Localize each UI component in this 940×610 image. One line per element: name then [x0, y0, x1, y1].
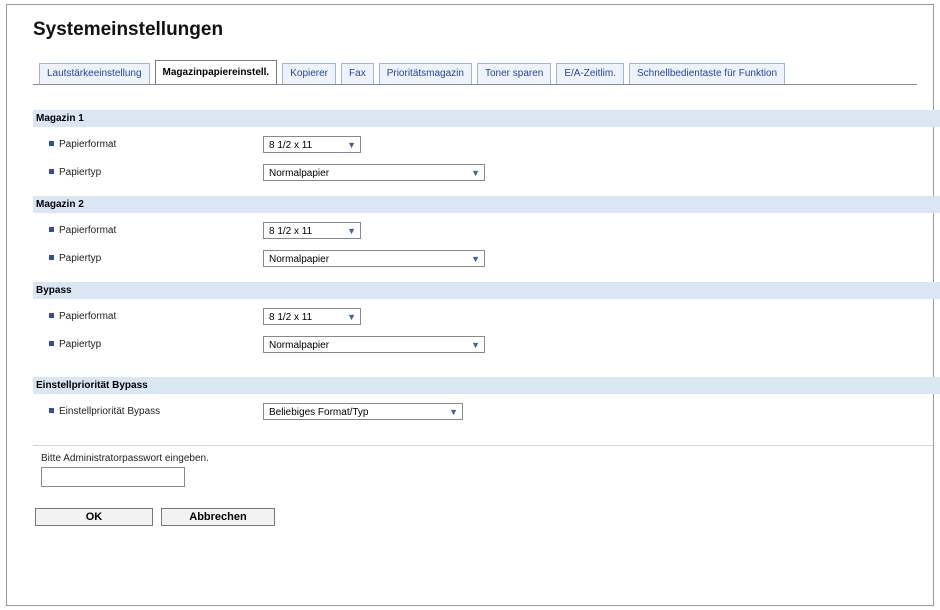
select-value: 8 1/2 x 11 — [269, 140, 313, 151]
select-value: Normalpapier — [269, 254, 330, 265]
row-einstellprioritaet: Einstellpriorität Bypass — [49, 406, 160, 417]
row-papiertyp-magazin-2: Papiertyp — [49, 253, 101, 264]
square-bullet-icon — [49, 140, 54, 146]
select-papiertyp-magazin-1[interactable]: Normalpapier ▼ — [263, 164, 485, 181]
square-bullet-icon — [49, 254, 54, 260]
section-header-magazin-1: Magazin 1 — [33, 110, 940, 127]
tab-divider — [33, 84, 917, 85]
label-papiertyp: Papiertyp — [59, 253, 102, 264]
row-papiertyp-bypass: Papiertyp — [49, 339, 101, 350]
tab-prioritaetsmagazin[interactable]: Prioritätsmagazin — [378, 63, 472, 84]
chevron-down-icon: ▼ — [471, 340, 480, 350]
row-papiertyp-magazin-1: Papiertyp — [49, 167, 101, 178]
password-hint: Bitte Administratorpasswort eingeben. — [41, 453, 209, 464]
tab-toner-sparen[interactable]: Toner sparen — [476, 63, 552, 84]
chevron-down-icon: ▼ — [471, 168, 480, 178]
tab-ea-zeitlimit[interactable]: E/A-Zeitlim. — [556, 63, 625, 84]
section-header-magazin-2: Magazin 2 — [33, 196, 940, 213]
page-title: Systemeinstellungen — [33, 19, 224, 40]
label-papierformat: Papierformat — [59, 139, 117, 150]
admin-password-input[interactable] — [41, 467, 185, 487]
section-header-bypass: Bypass — [33, 282, 940, 299]
row-papierformat-magazin-1: Papierformat — [49, 139, 116, 150]
label-papiertyp: Papiertyp — [59, 339, 102, 350]
square-bullet-icon — [49, 407, 54, 413]
square-bullet-icon — [49, 226, 54, 232]
row-papierformat-bypass: Papierformat — [49, 311, 116, 322]
form-divider — [33, 445, 933, 446]
square-bullet-icon — [49, 168, 54, 174]
select-papierformat-magazin-2[interactable]: 8 1/2 x 11 ▼ — [263, 222, 361, 239]
square-bullet-icon — [49, 312, 54, 318]
label-papiertyp: Papiertyp — [59, 167, 102, 178]
select-papierformat-magazin-1[interactable]: 8 1/2 x 11 ▼ — [263, 136, 361, 153]
select-value: Normalpapier — [269, 168, 330, 179]
chevron-down-icon: ▼ — [347, 312, 356, 322]
square-bullet-icon — [49, 340, 54, 346]
tab-schnellbedientaste[interactable]: Schnellbedientaste für Funktion — [629, 63, 786, 84]
tab-fax[interactable]: Fax — [341, 63, 374, 84]
tab-magazinpapiereinstellung[interactable]: Magazinpapiereinstell. — [154, 60, 278, 85]
tab-kopierer[interactable]: Kopierer — [282, 63, 337, 84]
main-window: Systemeinstellungen Lautstärkeeinstellun… — [6, 4, 940, 606]
select-papierformat-bypass[interactable]: 8 1/2 x 11 ▼ — [263, 308, 361, 325]
chevron-down-icon: ▼ — [347, 226, 356, 236]
label-einstellprioritaet: Einstellpriorität Bypass — [59, 406, 161, 417]
chevron-down-icon: ▼ — [449, 407, 458, 417]
tab-bar: Lautstärkeeinstellung Magazinpapiereinst… — [39, 60, 790, 85]
chevron-down-icon: ▼ — [471, 254, 480, 264]
row-papierformat-magazin-2: Papierformat — [49, 225, 116, 236]
select-einstellprioritaet[interactable]: Beliebiges Format/Typ ▼ — [263, 403, 463, 420]
select-value: Normalpapier — [269, 340, 330, 351]
tab-lautstaerkeeinstellung[interactable]: Lautstärkeeinstellung — [39, 63, 150, 84]
select-value: 8 1/2 x 11 — [269, 312, 313, 323]
select-value: Beliebiges Format/Typ — [269, 407, 369, 418]
chevron-down-icon: ▼ — [347, 140, 356, 150]
select-papiertyp-magazin-2[interactable]: Normalpapier ▼ — [263, 250, 485, 267]
label-papierformat: Papierformat — [59, 225, 117, 236]
ok-button[interactable]: OK — [35, 508, 153, 526]
cancel-button[interactable]: Abbrechen — [161, 508, 275, 526]
select-papiertyp-bypass[interactable]: Normalpapier ▼ — [263, 336, 485, 353]
select-value: 8 1/2 x 11 — [269, 226, 313, 237]
label-papierformat: Papierformat — [59, 311, 117, 322]
section-header-einstellprioritaet: Einstellpriorität Bypass — [33, 377, 940, 394]
